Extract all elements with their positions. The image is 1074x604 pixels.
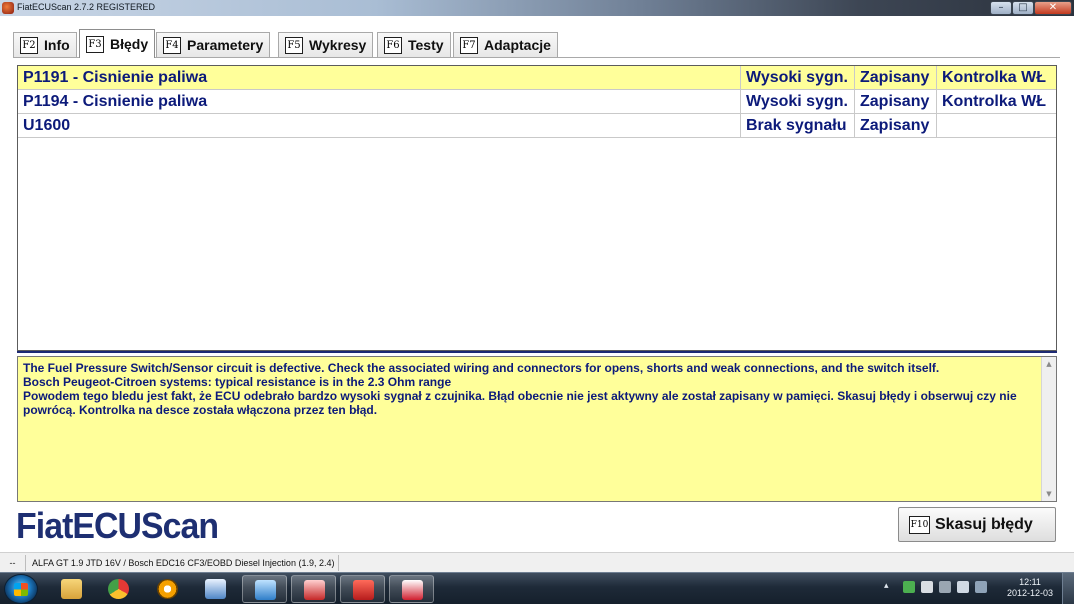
clock-date: 2012-12-03 <box>1006 588 1054 598</box>
taskbar-item[interactable] <box>340 575 385 603</box>
status-bar: -- ALFA GT 1.9 JTD 16V / Bosch EDC16 CF3… <box>0 552 1074 572</box>
tab-key: F5 <box>285 36 303 54</box>
chrome-icon <box>108 579 129 599</box>
tab-label: Testy <box>408 37 444 53</box>
description-line: The Fuel Pressure Switch/Sensor circuit … <box>23 361 940 375</box>
table-row[interactable]: P1191 - Cisnienie paliwa Wysoki sygn. Za… <box>18 66 1056 90</box>
fault-signal: Wysoki sygn. <box>740 66 854 89</box>
vehicle-info: ALFA GT 1.9 JTD 16V / Bosch EDC16 CF3/EO… <box>28 555 340 571</box>
maximize-icon: □ <box>1018 2 1028 13</box>
fault-status: Zapisany <box>854 66 936 89</box>
tray-expand-icon[interactable]: ▴ <box>884 581 889 591</box>
fault-description-text: The Fuel Pressure Switch/Sensor circuit … <box>23 361 1033 417</box>
taskbar-item[interactable] <box>291 575 336 603</box>
maximize-button[interactable]: □ <box>1012 1 1034 15</box>
tab-bledy[interactable]: F3 Błędy <box>79 29 156 58</box>
taskbar-item[interactable] <box>96 575 141 603</box>
tab-label: Adaptacje <box>484 37 551 53</box>
tab-info[interactable]: F2 Info <box>13 32 77 57</box>
minimize-icon: – <box>998 2 1004 13</box>
app-icon <box>2 2 14 14</box>
volume-icon[interactable] <box>957 581 969 593</box>
remote-desktop-icon <box>255 580 276 600</box>
description-scrollbar[interactable]: ▲ ▼ <box>1041 357 1056 501</box>
windows-start-icon <box>14 583 28 596</box>
start-button[interactable] <box>4 574 38 604</box>
taskbar: ▴ 12:11 2012-12-03 <box>0 572 1074 604</box>
signal-icon[interactable] <box>939 581 951 593</box>
scroll-up-icon[interactable]: ▲ <box>1042 357 1056 371</box>
scroll-down-icon[interactable]: ▼ <box>1042 487 1056 501</box>
tab-key: F2 <box>20 36 38 54</box>
fault-lamp: Kontrolka WŁ <box>936 66 1056 89</box>
tab-parametery[interactable]: F4 Parametery <box>156 32 271 57</box>
taskbar-clock[interactable]: 12:11 2012-12-03 <box>1000 577 1060 599</box>
fiatecuscan-app-icon <box>402 580 423 600</box>
description-line: Powodem tego bledu jest fakt, że ECU ode… <box>23 389 1020 417</box>
clock-time: 12:11 <box>1019 577 1041 587</box>
button-label: Skasuj błędy <box>935 515 1033 533</box>
tab-adaptacje[interactable]: F7 Adaptacje <box>453 32 558 57</box>
pdf-reader-icon <box>353 580 374 600</box>
fault-status: Zapisany <box>854 90 936 113</box>
tab-key: F7 <box>460 36 478 54</box>
fault-signal: Brak sygnału <box>740 114 854 137</box>
tab-label: Parametery <box>187 37 264 53</box>
fault-lamp <box>936 114 1056 137</box>
title-bar: FiatECUScan 2.7.2 REGISTERED – □ ✕ <box>0 0 1074 16</box>
minimize-button[interactable]: – <box>990 1 1012 15</box>
fault-code: U1600 <box>23 117 71 134</box>
fault-lamp: Kontrolka WŁ <box>936 90 1056 113</box>
fault-description-panel[interactable]: The Fuel Pressure Switch/Sensor circuit … <box>17 356 1057 502</box>
description-line: Bosch Peugeot-Citroen systems: typical r… <box>23 375 452 389</box>
tab-wykresy[interactable]: F5 Wykresy <box>278 32 374 57</box>
taskbar-item[interactable] <box>145 575 190 603</box>
fault-signal: Wysoki sygn. <box>740 90 854 113</box>
fault-code: P1191 - Cisnienie paliwa <box>23 69 208 86</box>
taskbar-item[interactable] <box>193 575 238 603</box>
action-center-icon[interactable] <box>975 581 987 593</box>
status-indicator: -- <box>0 555 26 571</box>
table-row[interactable]: P1194 - Cisnienie paliwa Wysoki sygn. Za… <box>18 90 1056 114</box>
tab-key: F3 <box>86 35 104 53</box>
fault-table: P1191 - Cisnienie paliwa Wysoki sygn. Za… <box>17 65 1057 351</box>
taskbar-item[interactable] <box>242 575 287 603</box>
tab-divider <box>13 57 1060 58</box>
table-row[interactable]: U1600 Brak sygnału Zapisany <box>18 114 1056 138</box>
taskbar-item[interactable] <box>389 575 434 603</box>
car-app-icon <box>304 580 325 600</box>
vlc-cone-icon <box>157 579 178 599</box>
close-icon: ✕ <box>1048 2 1058 13</box>
tab-label: Wykresy <box>309 37 367 53</box>
fault-code: P1194 - Cisnienie paliwa <box>23 93 208 110</box>
device-icon[interactable] <box>921 581 933 593</box>
taskbar-item[interactable] <box>49 575 94 603</box>
close-button[interactable]: ✕ <box>1034 1 1072 15</box>
tab-label: Błędy <box>110 36 149 52</box>
explorer-folder-icon <box>61 579 82 599</box>
tab-key: F4 <box>163 36 181 54</box>
window-title: FiatECUScan 2.7.2 REGISTERED <box>17 2 156 12</box>
tab-key: F6 <box>384 36 402 54</box>
table-divider <box>17 351 1057 353</box>
button-key: F10 <box>909 515 930 534</box>
network-status-icon[interactable] <box>903 581 915 593</box>
tab-testy[interactable]: F6 Testy <box>377 32 451 57</box>
clear-faults-button[interactable]: F10 Skasuj błędy <box>898 507 1056 542</box>
system-tray <box>903 581 993 597</box>
fault-status: Zapisany <box>854 114 936 137</box>
chart-app-icon <box>205 579 226 599</box>
show-desktop-button[interactable] <box>1062 573 1074 604</box>
tab-label: Info <box>44 37 70 53</box>
fiatecuscan-logo: FiatECUScan <box>16 505 219 546</box>
